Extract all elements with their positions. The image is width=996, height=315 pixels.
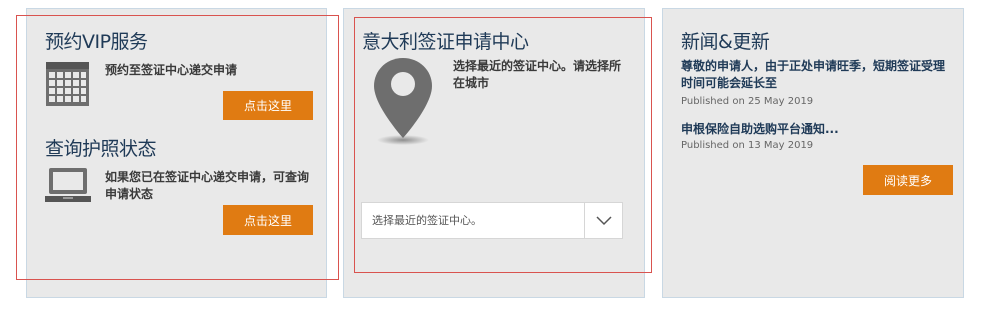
read-more-button[interactable]: 阅读更多	[863, 165, 953, 195]
news-item-date: Published on 13 May 2019	[681, 140, 814, 151]
news-title: 新闻&更新	[681, 31, 770, 53]
center-select[interactable]: 选择最近的签证中心。	[361, 202, 623, 239]
news-item-title[interactable]: 申根保险自助选购平台通知...	[681, 121, 947, 138]
laptop-icon	[45, 168, 91, 208]
calendar-icon	[46, 62, 89, 110]
appointment-title: 预约VIP服务	[45, 31, 148, 53]
news-item-title[interactable]: 尊敬的申请人，由于正处申请旺季，短期签证受理时间可能会延长至	[681, 58, 947, 92]
passport-description: 如果您已在签证中心递交申请，可查询申请状态	[105, 170, 310, 201]
appointment-description: 预约至签证中心递交申请	[105, 63, 238, 77]
news-item-date: Published on 25 May 2019	[681, 96, 814, 107]
center-select-value: 选择最近的签证中心。	[372, 214, 482, 227]
center-title: 意大利签证申请中心	[362, 31, 529, 53]
appointment-click-button[interactable]: 点击这里	[223, 91, 313, 120]
chevron-down-icon[interactable]	[584, 203, 622, 238]
map-pin-icon	[372, 56, 434, 152]
passport-title: 查询护照状态	[45, 138, 157, 160]
passport-click-button[interactable]: 点击这里	[223, 205, 313, 235]
center-description: 选择最近的签证中心。请选择所在城市	[453, 59, 622, 90]
